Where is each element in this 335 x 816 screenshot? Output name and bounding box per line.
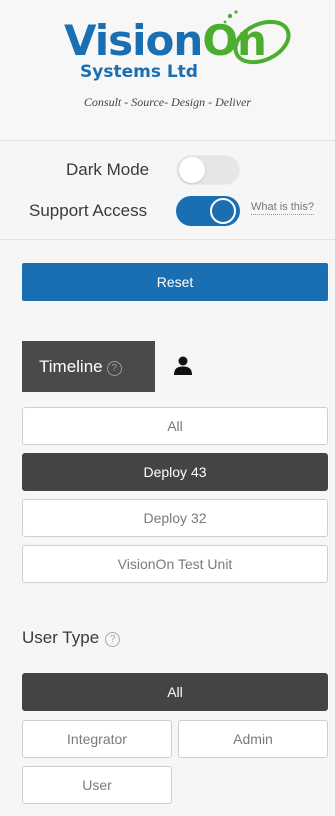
help-icon: ? [105,632,121,647]
dark-mode-toggle[interactable] [176,155,240,185]
logo-word-vision: Vision [64,16,203,65]
user-type-label: User Type [22,628,100,647]
user-type-filter-user[interactable]: User [22,766,172,804]
tab-timeline-label: Timeline [39,357,103,376]
timeline-filter-visionon-test-unit[interactable]: VisionOn Test Unit [22,545,328,583]
user-type-filter-admin[interactable]: Admin [178,720,328,758]
support-access-row: Support Access What is this? [0,196,335,226]
timeline-filter-deploy-43[interactable]: Deploy 43 [22,453,328,491]
user-type-filter-all[interactable]: All [22,673,328,711]
what-is-this-link[interactable]: What is this? [251,201,314,215]
tab-timeline[interactable]: Timeline? [22,341,155,392]
toggle-knob [210,198,236,224]
logo-wordmark: VisionOn [64,16,267,65]
dark-mode-label: Dark Mode [66,160,150,179]
logo-tagline: Consult - Source- Design - Deliver [83,95,252,109]
help-icon: ? [106,361,122,376]
divider [0,239,335,240]
support-access-label: Support Access [29,201,148,220]
user-type-filter-integrator[interactable]: Integrator [22,720,172,758]
logo-company: Systems Ltd [80,62,198,82]
user-type-heading: User Type? [22,628,121,648]
reset-button[interactable]: Reset [22,263,328,301]
timeline-filter-all[interactable]: All [22,407,328,445]
support-access-toggle[interactable] [176,196,240,226]
toggle-knob [179,157,205,183]
timeline-filter-deploy-32[interactable]: Deploy 32 [22,499,328,537]
user-icon[interactable] [174,356,192,376]
logo-word-on: On [202,16,267,65]
divider [0,140,335,141]
brand-logo: VisionOn Systems Ltd Consult - Source- D… [0,0,335,140]
dark-mode-row: Dark Mode [0,155,335,185]
